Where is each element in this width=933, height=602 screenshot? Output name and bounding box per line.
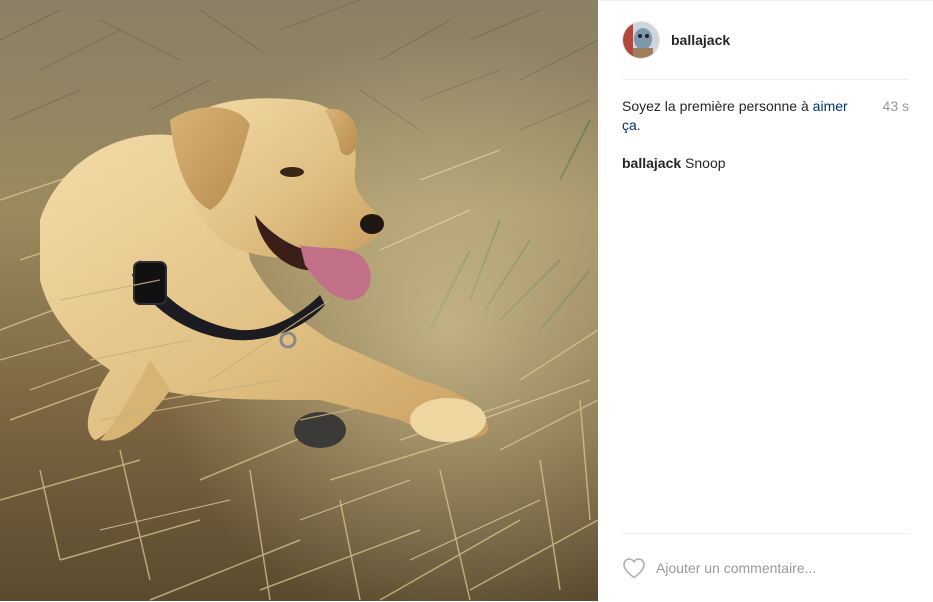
comment-bar bbox=[622, 533, 909, 602]
avatar-image bbox=[623, 22, 659, 58]
likes-prefix: Soyez la première personne à bbox=[622, 98, 813, 114]
add-comment-input[interactable] bbox=[656, 560, 909, 576]
caption-text: Snoop bbox=[685, 155, 726, 171]
post-photo[interactable] bbox=[0, 0, 598, 601]
dog-in-grass-photo bbox=[0, 0, 598, 601]
post-header: ballajack bbox=[622, 1, 909, 80]
likes-suffix: . bbox=[636, 117, 641, 133]
post-modal: ballajack Soyez la première personne à a… bbox=[0, 0, 933, 601]
likes-text: Soyez la première personne à aimer ça. bbox=[622, 97, 909, 135]
profile-picture-avatar[interactable] bbox=[622, 21, 660, 59]
post-author-username[interactable]: ballajack bbox=[671, 32, 730, 48]
post-caption: ballajack Snoop bbox=[622, 154, 909, 173]
caption-username[interactable]: ballajack bbox=[622, 155, 681, 171]
post-sidebar: ballajack Soyez la première personne à a… bbox=[598, 0, 933, 601]
likes-section: Soyez la première personne à aimer ça. 4… bbox=[622, 97, 909, 135]
post-timestamp[interactable]: 43 s bbox=[883, 97, 909, 116]
heart-outline-icon[interactable] bbox=[622, 557, 646, 579]
